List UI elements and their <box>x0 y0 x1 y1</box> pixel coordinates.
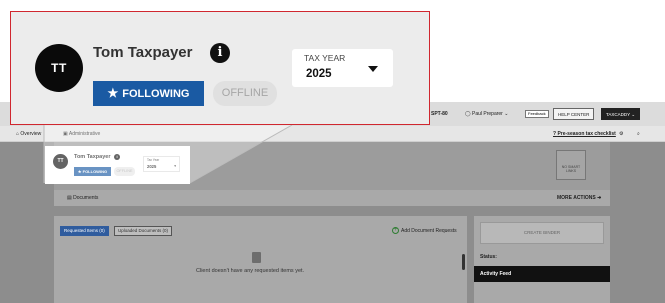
client-name: Tom Taxpayer <box>93 44 193 61</box>
add-request-label: Add Document Requests <box>401 228 457 234</box>
offline-badge: OFFLINE <box>213 81 277 106</box>
search-icon[interactable]: ⌕ <box>637 130 640 138</box>
avatar-small: TT <box>53 154 68 169</box>
more-actions-label: MORE ACTIONS <box>557 195 596 201</box>
empty-state-message: Client doesn't have any requested items … <box>196 268 305 274</box>
following-label-small: FOLLOWING <box>82 169 108 174</box>
tax-year-value: 2025 <box>306 68 332 80</box>
zoom-callout: TT Tom Taxpayer i ★ FOLLOWING OFFLINE TAX… <box>10 11 430 125</box>
create-binder-button[interactable]: CREATE BINDER <box>480 222 604 244</box>
smart-links-tile[interactable]: NO SMART LINKS <box>556 150 586 180</box>
gear-icon[interactable]: ⚙ <box>619 130 623 138</box>
tab-administrative-label: Administrative <box>68 131 101 137</box>
add-document-request-button[interactable]: + Add Document Requests <box>392 226 457 236</box>
following-button-small[interactable]: ★ FOLLOWING <box>74 167 111 176</box>
scrollbar-thumb[interactable] <box>462 254 465 270</box>
following-button[interactable]: ★ FOLLOWING <box>93 81 204 106</box>
info-icon[interactable]: i <box>114 154 120 160</box>
offline-badge-small: OFFLINE <box>114 167 135 176</box>
screenshot-stage: SPT-80 ◯ Paul Preparer ⌄ Feedback HELP C… <box>0 0 665 303</box>
chevron-down-icon: ⌄ <box>504 111 509 117</box>
documents-title: ▤ Documents <box>67 194 98 202</box>
client-name-small: Tom Taxpayer <box>74 154 111 160</box>
home-icon: ⌂ <box>16 131 20 137</box>
tax-year-label: TAX YEAR <box>304 53 346 63</box>
tab-overview-label: Overview <box>20 131 42 137</box>
tab-requested-items[interactable]: Requested Items (0) <box>60 226 109 236</box>
tax-year-label-small: Tax Year <box>147 158 160 162</box>
empty-document-icon <box>252 252 261 263</box>
toolbar-row: ⌂ Overview ▣ Administrative ? Pre-season… <box>0 126 665 142</box>
user-menu[interactable]: ◯ Paul Preparer ⌄ <box>465 110 508 118</box>
documents-icon: ▤ <box>67 195 72 201</box>
activity-feed-header[interactable]: Activity Feed <box>474 266 610 282</box>
avatar: TT <box>35 44 83 92</box>
user-name: Paul Preparer <box>472 111 503 117</box>
user-icon: ◯ <box>465 111 471 117</box>
help-icon: ? <box>553 131 557 137</box>
star-icon: ★ <box>107 86 119 100</box>
tax-year-select[interactable]: TAX YEAR 2025 <box>292 49 393 87</box>
tax-year-value-small: 2025 <box>147 164 157 169</box>
arrow-right-icon: ➜ <box>597 195 602 201</box>
brand-menu-button[interactable]: TAXCADDY ⌄ <box>601 108 641 120</box>
tab-uploaded-documents[interactable]: Uploaded Documents (0) <box>114 226 173 236</box>
caret-down-icon <box>368 66 378 72</box>
plus-icon: + <box>392 227 399 235</box>
client-id: SPT-80 <box>431 111 448 117</box>
documents-header: ▤ Documents MORE ACTIONS ➜ <box>54 190 610 206</box>
tax-year-select-small[interactable]: Tax Year 2025 ▾ <box>143 156 180 172</box>
info-icon[interactable]: i <box>210 43 230 63</box>
chevron-down-icon: ⌄ <box>631 112 636 117</box>
status-label: Status: <box>480 254 497 260</box>
id-card-icon: ▣ <box>63 131 68 137</box>
documents-title-label: Documents <box>73 195 99 201</box>
brand-label: TAXCADDY <box>606 112 631 117</box>
more-actions-button[interactable]: MORE ACTIONS ➜ <box>557 194 601 202</box>
chevron-down-icon: ▾ <box>174 164 176 168</box>
checklist-link[interactable]: ? Pre-season tax checklist <box>553 130 616 138</box>
help-center-button[interactable]: HELP CENTER <box>553 108 595 120</box>
tab-administrative[interactable]: ▣ Administrative <box>63 130 100 138</box>
following-label: FOLLOWING <box>122 88 190 100</box>
checklist-link-label: Pre-season tax checklist <box>557 131 616 137</box>
tab-overview[interactable]: ⌂ Overview <box>16 130 41 138</box>
feedback-button[interactable]: Feedback <box>525 110 549 118</box>
